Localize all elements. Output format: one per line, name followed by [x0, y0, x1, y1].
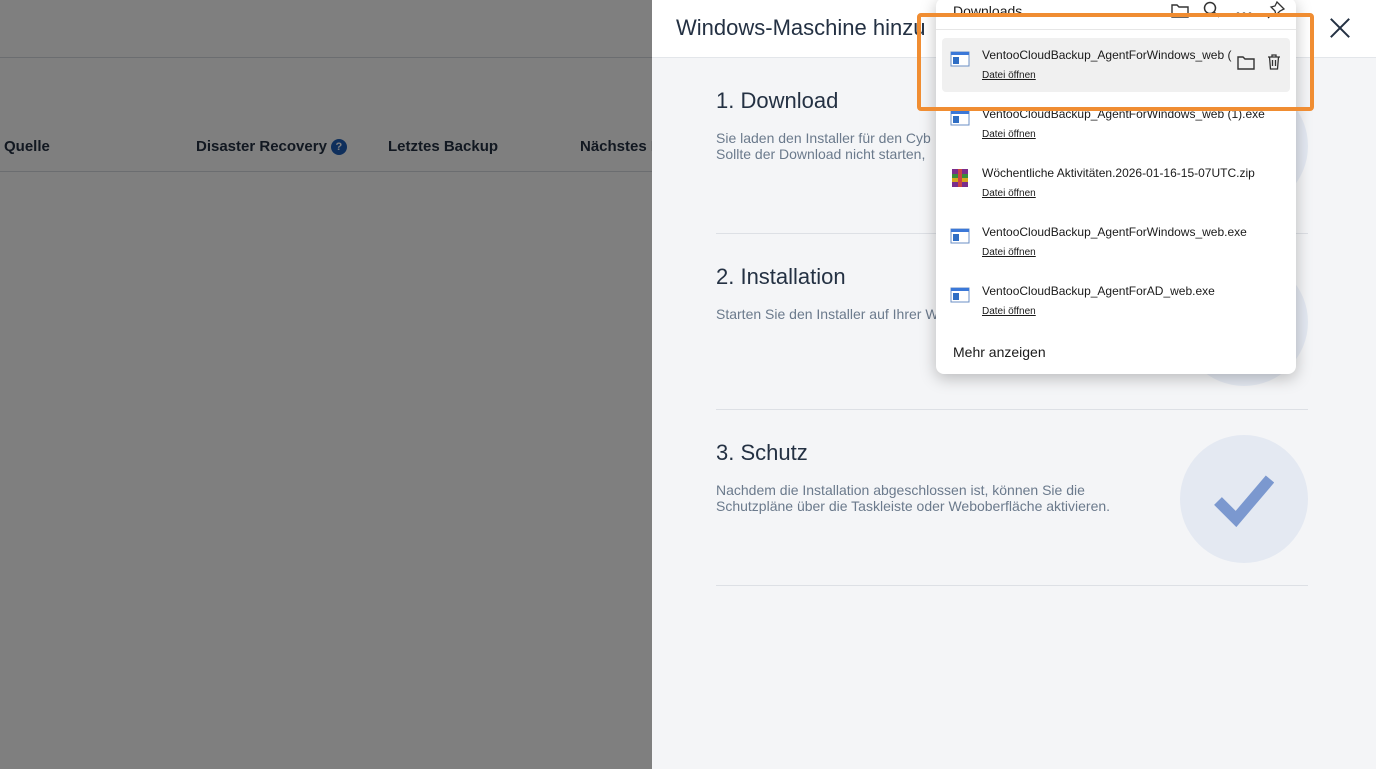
open-file-link[interactable]: Datei öffnen [982, 247, 1036, 258]
search-icon[interactable] [1202, 0, 1222, 20]
open-file-link[interactable]: Datei öffnen [982, 188, 1036, 199]
protection-step-circle [1180, 435, 1308, 563]
download-filename: VentooCloudBackup_AgentForWindows_web (2 [982, 48, 1232, 62]
close-icon[interactable] [1326, 14, 1354, 42]
installer-icon [950, 110, 970, 126]
downloads-title: Downloads [953, 3, 1023, 19]
more-options-icon[interactable] [1234, 0, 1254, 20]
download-item[interactable]: VentooCloudBackup_AgentForWindows_web.ex… [942, 215, 1290, 269]
show-in-folder-icon[interactable] [1236, 52, 1256, 72]
open-file-link[interactable]: Datei öffnen [982, 129, 1036, 140]
download-item[interactable]: Wöchentliche Aktivitäten.2026-01-16-15-0… [942, 156, 1290, 210]
open-file-link[interactable]: Datei öffnen [982, 306, 1036, 317]
download-item[interactable]: VentooCloudBackup_AgentForWindows_web (2… [942, 38, 1290, 92]
download-filename: VentooCloudBackup_AgentForWindows_web.ex… [982, 225, 1247, 239]
step-protection-text: Nachdem die Installation abgeschlossen i… [716, 482, 1111, 514]
downloads-header: Downloads [936, 0, 1296, 30]
show-more-link[interactable]: Mehr anzeigen [953, 344, 1046, 360]
installer-icon [950, 51, 970, 67]
delete-icon[interactable] [1264, 52, 1284, 72]
pin-icon[interactable] [1266, 0, 1286, 20]
archive-icon [952, 169, 968, 187]
download-item[interactable]: VentooCloudBackup_AgentForWindows_web (1… [942, 97, 1290, 151]
open-downloads-folder-icon[interactable] [1170, 0, 1190, 20]
panel-title: Windows-Maschine hinzu [676, 15, 926, 40]
download-filename: VentooCloudBackup_AgentForWindows_web (1… [982, 107, 1265, 121]
downloads-flyout: Downloads VentooCloudBackup_AgentForWind… [936, 0, 1296, 374]
checkmark-icon [1214, 475, 1274, 527]
download-filename: Wöchentliche Aktivitäten.2026-01-16-15-0… [982, 166, 1255, 180]
installer-icon [950, 228, 970, 244]
download-filename: VentooCloudBackup_AgentForAD_web.exe [982, 284, 1215, 298]
step-protection: 3. Schutz Nachdem die Installation abges… [716, 435, 1308, 586]
installer-icon [950, 287, 970, 303]
open-file-link[interactable]: Datei öffnen [982, 70, 1036, 81]
download-item[interactable]: VentooCloudBackup_AgentForAD_web.exe Dat… [942, 274, 1290, 328]
